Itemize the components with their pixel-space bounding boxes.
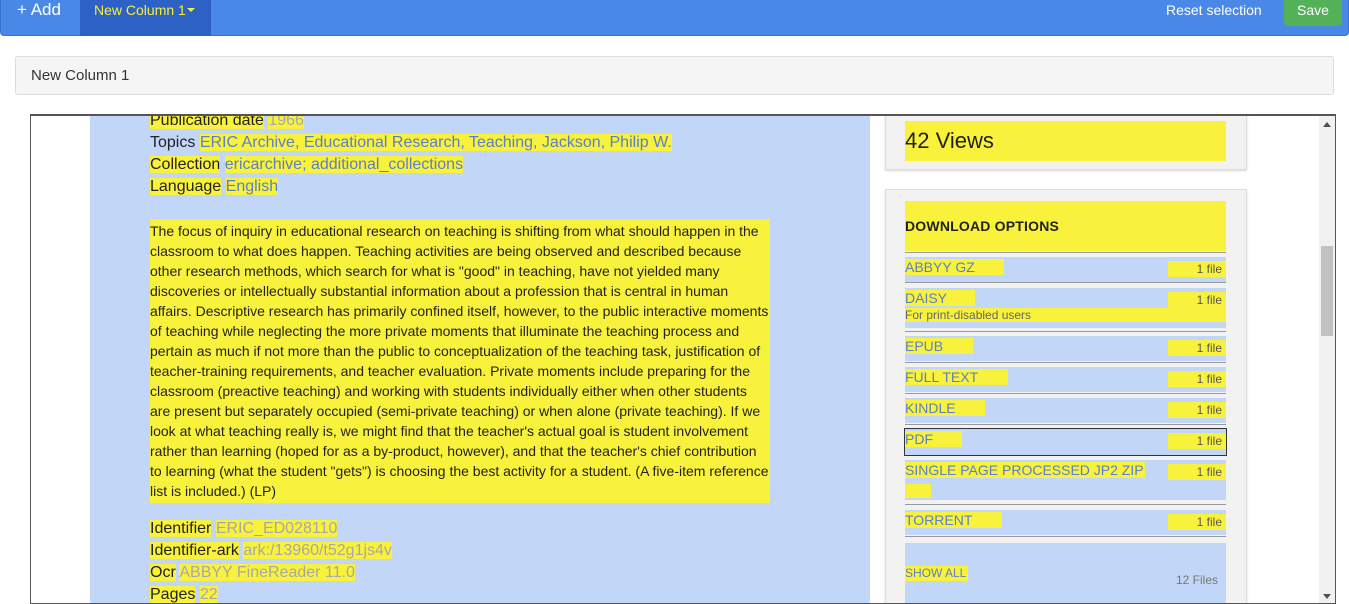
pages-value: 22 (199, 586, 218, 603)
scroll-thumb[interactable] (1321, 246, 1333, 336)
caret-down-icon (186, 8, 195, 13)
download-item-torrent[interactable]: TORRENT 1 file (905, 510, 1226, 535)
metadata-pane: Publication date 1966 Topics ERIC Archiv… (90, 114, 870, 603)
download-item-epub[interactable]: EPUB 1 file (905, 336, 1226, 361)
download-item-kindle[interactable]: KINDLE 1 file (905, 398, 1226, 423)
topics-link[interactable]: ERIC Archive, Educational Research, Teac… (199, 134, 672, 151)
meta-topics: Topics ERIC Archive, Educational Researc… (150, 134, 672, 151)
save-button[interactable]: Save (1284, 0, 1342, 26)
publication-date-value: 1966 (268, 114, 304, 129)
ocr-value: ABBYY FineReader 11.0 (179, 564, 355, 581)
show-all-row: SHOW ALL 12 Files (905, 543, 1226, 603)
divider (905, 252, 1226, 253)
identifier-value: ERIC_ED028110 (215, 520, 338, 537)
meta-ocr: Ocr ABBYY FineReader 11.0 (150, 564, 355, 581)
scroll-down-arrow-icon[interactable] (1323, 594, 1331, 599)
column-dropdown-label: New Column 1 (94, 2, 186, 18)
scroll-up-arrow-icon[interactable] (1323, 122, 1331, 127)
collection-link[interactable]: ericarchive; additional_collections (224, 156, 464, 173)
download-options-title: DOWNLOAD OPTIONS (905, 201, 1226, 251)
show-all-link[interactable]: SHOW ALL (905, 566, 969, 581)
column-name-field[interactable]: New Column 1 (15, 56, 1334, 95)
meta-publication-date: Publication date 1966 (150, 114, 304, 129)
download-item-daisy[interactable]: DAISY 1 file For print-disabled users (905, 288, 1226, 328)
download-item-abbyy-gz[interactable]: ABBYY GZ 1 file (905, 257, 1226, 282)
meta-language: Language English (150, 178, 279, 195)
add-button[interactable]: + Add (17, 0, 61, 22)
meta-identifier-ark: Identifier-ark ark:/13960/t52g1js4v (150, 542, 392, 559)
download-item-full-text[interactable]: FULL TEXT 1 file (905, 367, 1226, 392)
preview-frame: Publication date 1966 Topics ERIC Archiv… (30, 114, 1336, 604)
views-card: 42 Views (885, 116, 1247, 170)
reset-selection-button[interactable]: Reset selection (1166, 0, 1262, 20)
download-item-single-page-jp2-zip[interactable]: SINGLE PAGE PROCESSED JP2 ZIP 1 file (905, 460, 1226, 500)
column-dropdown[interactable]: New Column 1 (80, 0, 211, 36)
meta-identifier: Identifier ERIC_ED028110 (150, 520, 338, 537)
top-toolbar: + Add New Column 1 Reset selection Save (0, 0, 1349, 36)
vertical-scrollbar[interactable] (1319, 116, 1335, 603)
description-text: The focus of inquiry in educational rese… (150, 219, 770, 503)
daisy-subtitle: For print-disabled users (905, 308, 1226, 322)
language-link[interactable]: English (225, 178, 279, 195)
meta-collection: Collection ericarchive; additional_colle… (150, 156, 464, 173)
meta-pages: Pages 22 (150, 586, 218, 603)
download-item-pdf[interactable]: PDF 1 file (904, 428, 1227, 456)
files-count: 12 Files (1175, 573, 1218, 587)
identifier-ark-value: ark:/13960/t52g1js4v (243, 542, 392, 559)
views-count: 42 Views (905, 121, 1226, 161)
download-options-card: DOWNLOAD OPTIONS ABBYY GZ 1 file DAISY 1… (885, 189, 1247, 603)
